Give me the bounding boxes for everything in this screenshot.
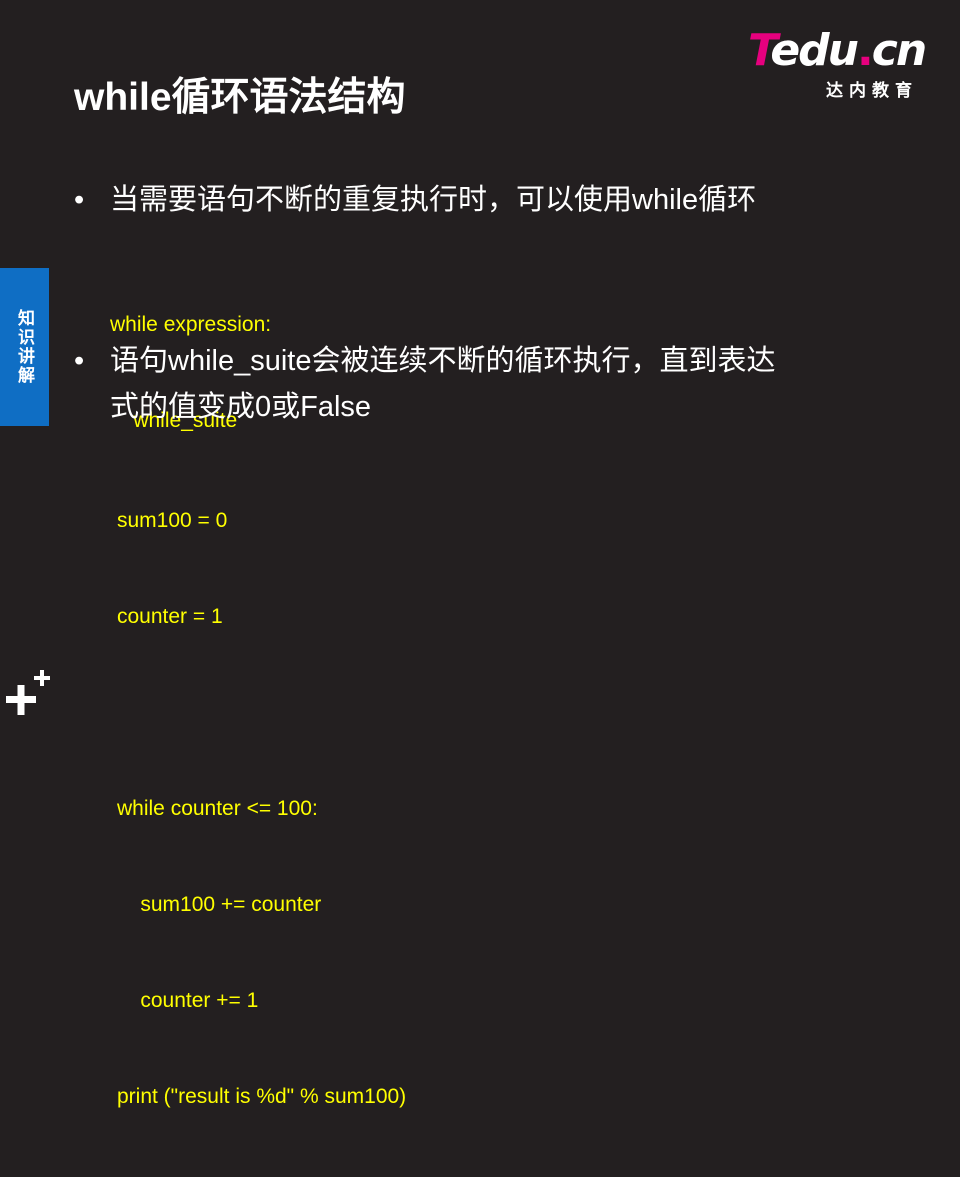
plus-plus-icon: [6, 670, 50, 715]
bullet-line: 当需要语句不断的重复执行时，可以使用while循环: [110, 184, 757, 216]
logo-word-cn: cn: [871, 25, 927, 76]
code-line: while expression:: [110, 313, 272, 336]
slide: Tedu.cn 达内教育 while循环语法结构 知识讲解 • 当需要语句不断的…: [0, 0, 960, 1108]
logo-wordmark: Tedu.cn: [748, 25, 927, 76]
logo-subtitle: 达内教育: [826, 81, 918, 100]
code-line: while counter <= 100:: [117, 797, 318, 820]
code-line: counter += 1: [117, 989, 259, 1012]
bullet-marker: •: [74, 345, 85, 377]
code-line: counter = 1: [117, 605, 223, 628]
code-line: sum100 = 0: [117, 509, 228, 532]
bullet-line: 式的值变成0或False: [110, 391, 372, 423]
code-line: print ("result is %d" % sum100): [117, 1085, 407, 1108]
side-tab-label: 知识讲解: [15, 309, 34, 385]
side-tab: 知识讲解: [0, 268, 49, 426]
code-line: sum100 += counter: [117, 893, 322, 916]
bullet-text: 语句while_suite会被连续不断的循环执行，直到表达 式的值变成0或Fal…: [110, 338, 775, 430]
logo-word-edu: edu: [770, 25, 859, 76]
slide-title: while循环语法结构: [74, 76, 406, 119]
bullet-line: 语句while_suite会被连续不断的循环执行，直到表达: [110, 345, 776, 377]
code-block-example: sum100 = 0 counter = 1 while counter <= …: [117, 441, 406, 1177]
bullet-marker: •: [74, 184, 85, 216]
bullet-item: • 语句while_suite会被连续不断的循环执行，直到表达 式的值变成0或F…: [74, 338, 874, 434]
bullet-item: • 当需要语句不断的重复执行时，可以使用while循环: [74, 177, 874, 227]
logo-letter-t: T: [748, 25, 772, 76]
bullet-text: 当需要语句不断的重复执行时，可以使用while循环: [110, 177, 756, 223]
tedu-logo: Tedu.cn 达内教育: [744, 25, 940, 101]
logo-dot: .: [857, 25, 874, 76]
